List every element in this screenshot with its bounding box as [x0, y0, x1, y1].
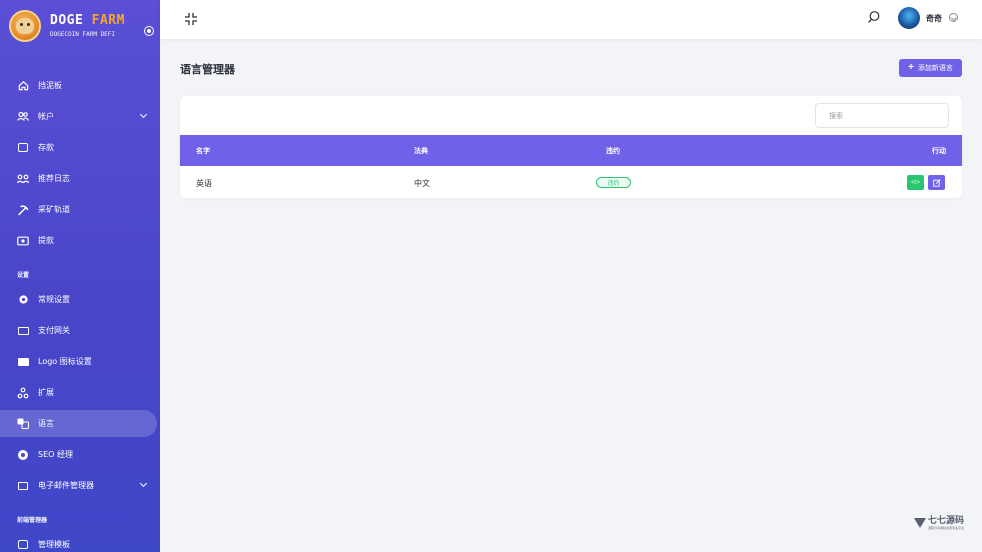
sidebar-item-language[interactable]: 语言 — [0, 410, 157, 437]
sidebar-item-label: 采矿轨道 — [38, 205, 70, 214]
sidebar-item-deposits[interactable]: 存款 — [0, 132, 160, 163]
cell-code: 中文 — [414, 179, 430, 188]
sidebar-item-label: 常规设置 — [38, 295, 70, 304]
sidebar-item-dashboard[interactable]: 挡泥板 — [0, 70, 160, 101]
top-header: 奇奇 — [160, 0, 982, 39]
sidebar: DOGE FARM DOGECOIN FARM DEFI 挡泥板 帐户 存款 推… — [0, 0, 160, 552]
add-language-label: 添加新语言 — [917, 65, 953, 72]
sidebar-section-settings: 设置 — [17, 272, 30, 279]
sidebar-item-logo-settings[interactable]: Logo 图标设置 — [0, 346, 160, 377]
sidebar-item-label: 推荐日志 — [38, 174, 70, 183]
chevron-down-icon — [139, 479, 148, 488]
sidebar-item-withdrawals[interactable]: 提款 — [0, 225, 160, 256]
brand-title: DOGE FARM — [50, 13, 125, 28]
language-table-card: 名字 法典 违约 行动 英语 中文 违约 </> — [180, 96, 962, 198]
table-row: 英语 中文 违约 </> — [180, 166, 962, 198]
referral-icon — [17, 173, 29, 185]
column-header-actions: 行动 — [932, 147, 946, 155]
cell-name: 英语 — [196, 179, 212, 188]
wallet-icon — [17, 142, 29, 154]
extension-icon — [17, 387, 29, 399]
sidebar-item-label: 支付网关 — [38, 326, 70, 335]
sidebar-toggle-icon[interactable] — [144, 26, 154, 36]
withdraw-icon — [17, 235, 29, 247]
sidebar-item-label: SEO 经理 — [38, 450, 73, 459]
sidebar-item-label: Logo 图标设置 — [38, 357, 92, 366]
sidebar-item-label: 帐户 — [38, 112, 54, 121]
avatar[interactable] — [898, 7, 920, 29]
sidebar-item-email-manager[interactable]: 电子邮件管理器 — [0, 470, 160, 501]
sidebar-item-seo-manager[interactable]: SEO 经理 — [0, 439, 160, 470]
image-icon — [17, 356, 29, 368]
brand[interactable]: DOGE FARM DOGECOIN FARM DEFI — [0, 0, 160, 52]
edit-icon — [932, 178, 941, 187]
search-input[interactable] — [815, 103, 949, 128]
plus-icon: + — [908, 62, 914, 73]
chevron-down-icon — [139, 110, 148, 119]
sidebar-item-label: 存款 — [38, 143, 54, 152]
sidebar-item-label: 电子邮件管理器 — [38, 481, 94, 490]
column-header-name: 名字 — [196, 147, 210, 155]
brand-title-main: DOGE — [50, 13, 84, 28]
pickaxe-icon — [17, 204, 29, 216]
doge-logo — [9, 10, 41, 42]
brand-subtitle: DOGECOIN FARM DEFI — [50, 31, 116, 38]
globe-icon — [17, 449, 29, 461]
sidebar-section-frontend: 前端管理器 — [17, 517, 48, 524]
sidebar-item-payment-gateway[interactable]: 支付网关 — [0, 315, 160, 346]
sidebar-item-manage-templates[interactable]: 管理模板 — [0, 529, 160, 552]
search-icon[interactable] — [867, 9, 881, 23]
collapse-icon[interactable] — [184, 11, 198, 25]
watermark-logo: 七七源码 源码分享素材资源专业平台 — [914, 516, 964, 530]
sidebar-nav: 挡泥板 帐户 存款 推荐日志 采矿轨道 提款 设置 常规设置 支付网关 Logo… — [0, 70, 160, 552]
sidebar-item-label: 管理模板 — [38, 540, 70, 549]
sidebar-item-extensions[interactable]: 扩展 — [0, 377, 160, 408]
chevron-down-icon[interactable] — [949, 13, 958, 22]
sidebar-item-referral-log[interactable]: 推荐日志 — [0, 163, 160, 194]
sidebar-item-label: 语言 — [38, 419, 54, 428]
page-title: 语言管理器 — [180, 63, 235, 76]
table-header: 名字 法典 违约 行动 — [180, 135, 962, 166]
column-header-code: 法典 — [414, 147, 428, 155]
watermark-subtext: 源码分享素材资源专业平台 — [928, 526, 965, 530]
sidebar-item-mining-track[interactable]: 采矿轨道 — [0, 194, 160, 225]
credit-card-icon — [17, 325, 29, 337]
column-header-default: 违约 — [606, 147, 620, 155]
add-language-button[interactable]: + 添加新语言 — [899, 59, 962, 77]
watermark-icon — [914, 518, 926, 528]
users-icon — [17, 111, 29, 123]
default-status-badge: 违约 — [596, 177, 631, 188]
watermark-text: 七七源码 — [928, 516, 965, 526]
code-icon: </> — [911, 179, 920, 186]
brand-title-accent: FARM — [91, 13, 125, 28]
sidebar-item-label: 提款 — [38, 236, 54, 245]
sidebar-item-general-settings[interactable]: 常规设置 — [0, 284, 160, 315]
language-icon — [17, 418, 29, 430]
sidebar-item-accounts[interactable]: 帐户 — [0, 101, 160, 132]
mail-icon — [17, 480, 29, 492]
sidebar-item-label: 挡泥板 — [38, 81, 62, 90]
user-name[interactable]: 奇奇 — [926, 13, 942, 24]
edit-language-button[interactable] — [928, 175, 945, 190]
home-icon — [17, 80, 29, 92]
translate-keywords-button[interactable]: </> — [907, 175, 924, 190]
template-icon — [17, 539, 29, 551]
gear-icon — [17, 294, 29, 306]
sidebar-item-label: 扩展 — [38, 388, 54, 397]
